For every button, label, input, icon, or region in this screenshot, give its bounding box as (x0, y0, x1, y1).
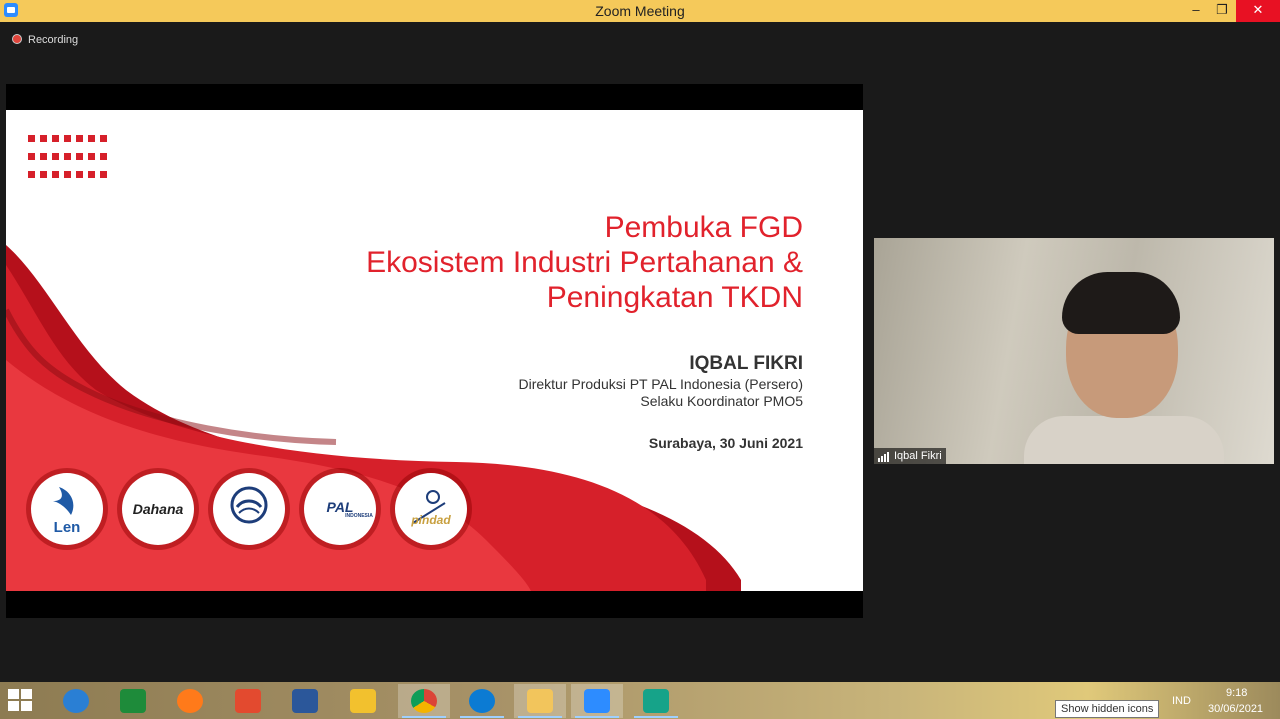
record-icon (12, 34, 22, 44)
person-body (1024, 416, 1224, 464)
recording-label: Recording (28, 34, 79, 46)
dahana-logo: Dahana (122, 473, 194, 545)
sticky-notes-icon[interactable] (337, 684, 389, 718)
role-line: Direktur Produksi PT PAL Indonesia (Pers… (518, 376, 803, 392)
presenter-role: Direktur Produksi PT PAL Indonesia (Pers… (518, 376, 803, 410)
presentation-slide: Pembuka FGD Ekosistem Industri Pertahana… (6, 110, 863, 591)
window-titlebar: Zoom Meeting – ❐ ✕ (0, 0, 1280, 22)
pal-logo-subtext: INDONESIA (345, 513, 373, 519)
edge-icon[interactable] (456, 684, 508, 718)
participant-name-tag: Iqbal Fikri (874, 448, 946, 464)
window-title: Zoom Meeting (595, 3, 685, 19)
clock-time[interactable]: 9:18 (1226, 687, 1247, 699)
place-date: Surabaya, 30 Juni 2021 (648, 435, 803, 451)
app-icon[interactable] (630, 684, 682, 718)
start-icon[interactable] (8, 689, 34, 713)
slide-title: Pembuka FGD Ekosistem Industri Pertahana… (243, 210, 803, 315)
dot-grid-decoration (28, 134, 118, 188)
file-explorer-icon[interactable] (514, 684, 566, 718)
word-icon[interactable] (279, 684, 331, 718)
len-logo-text: Len (53, 519, 81, 536)
chrome-icon[interactable] (398, 684, 450, 718)
slide-title-line: Ekosistem Industri Pertahanan & (366, 246, 803, 279)
role-line: Selaku Koordinator PMO5 (640, 393, 803, 409)
pindad-logo-text: pindad (411, 513, 451, 527)
close-button[interactable]: ✕ (1236, 0, 1280, 22)
shared-screen: Pembuka FGD Ekosistem Industri Pertahana… (6, 84, 863, 618)
presenter-name: IQBAL FIKRI (689, 353, 803, 374)
pindad-logo: pindad (395, 473, 467, 545)
pelni-logo (213, 473, 285, 545)
recording-indicator[interactable]: Recording (12, 34, 78, 46)
dahana-logo-text: Dahana (132, 501, 184, 517)
slide-title-line: Peningkatan TKDN (546, 281, 803, 314)
show-hidden-icons-tooltip: Show hidden icons (1055, 700, 1160, 718)
adobe-icon[interactable] (222, 684, 274, 718)
zoom-icon[interactable] (571, 684, 623, 718)
slide-title-line: Pembuka FGD (604, 211, 803, 244)
store-icon[interactable] (107, 684, 159, 718)
person-hair (1062, 272, 1180, 334)
len-logo: Len (31, 473, 103, 545)
participant-name: Iqbal Fikri (894, 450, 942, 462)
language-indicator[interactable]: IND (1172, 695, 1191, 707)
restore-button[interactable]: ❐ (1206, 0, 1238, 22)
signal-icon (878, 450, 890, 462)
clock-date[interactable]: 30/06/2021 (1208, 703, 1263, 715)
internet-explorer-icon[interactable] (50, 684, 102, 718)
firefox-icon[interactable] (164, 684, 216, 718)
pal-logo: PAL INDONESIA (304, 473, 376, 545)
participant-video[interactable]: Iqbal Fikri (874, 238, 1274, 464)
